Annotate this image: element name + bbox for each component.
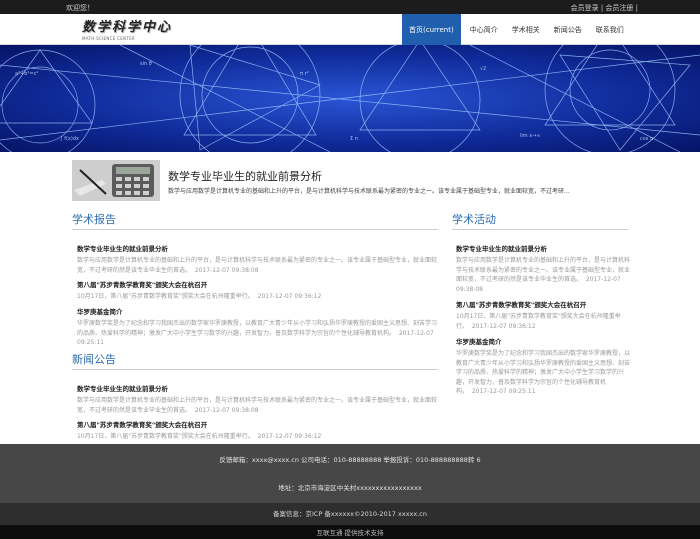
site-logo[interactable]: 数学科学中心 MATH SCIENCE CENTER (82, 16, 192, 43)
auth-trail: | (633, 4, 638, 12)
article-summary: 数学与应用数学是计算机专业的基础和上升的平台，是与计算机科学与技术联系最为紧密的… (77, 257, 438, 274)
article-date: 2017-12-07 09:36:12 (257, 293, 322, 300)
login-link[interactable]: 会员登录 (571, 4, 599, 12)
section-heading-news[interactable]: 新闻公告 (72, 351, 116, 367)
svg-text:lim x→∞: lim x→∞ (520, 133, 541, 139)
featured-thumbnail[interactable] (72, 160, 160, 201)
list-item: 第八届"苏步青数学教育奖"颁奖大会在杭召开 10月17日，第八届"苏步青数学教育… (77, 419, 437, 442)
auth-links: 会员登录 | 会员注册 | (571, 3, 638, 13)
footer-support: 互联互通 提供技术支持 (0, 525, 700, 539)
article-title[interactable]: 第八届"苏步青数学教育奖"颁奖大会在杭召开 (77, 419, 437, 429)
article-title[interactable]: 第八届"苏步青数学教育奖"颁奖大会在杭召开 (456, 299, 630, 309)
section-heading-academic-activities[interactable]: 学术活动 (452, 211, 496, 227)
article-summary: 10月17日，第八届"苏步青数学教育奖"颁奖大会在杭州隆重举行。 2017-12… (77, 433, 322, 440)
featured-title[interactable]: 数学专业毕业生的就业前景分析 (168, 168, 322, 184)
hero-banner: a²+b²=c² ∫ f(x)dx sin θ π r² Σ n √2 lim … (0, 45, 700, 152)
calculator-image-icon (72, 160, 160, 201)
nav-item-contact[interactable]: 联系我们 (589, 14, 631, 45)
article-title[interactable]: 第八届"苏步青数学教育奖"颁奖大会在杭召开 (77, 279, 437, 289)
list-item: 华罗庚基金简介 华罗庚数学奖是为了纪念和学习我国杰出的数学家华罗庚教授，以教育广… (77, 306, 437, 348)
article-title[interactable]: 数学专业毕业生的就业前景分析 (77, 243, 437, 253)
svg-text:√2: √2 (480, 66, 486, 72)
nav-item-news[interactable]: 新闻公告 (547, 14, 589, 45)
site-footer: 反馈邮箱：xxxx@xxxx.cn 公司电话：010-88888888 举报投诉… (0, 444, 700, 503)
footer-copyright: 备案信息：京ICP 备xxxxxx©2010-2017 xxxxx.cn (0, 503, 700, 525)
list-item: 华罗庚基金简介 华罗庚数学奖是为了纪念和学习我国杰出的数学家华罗庚教授，以教育广… (456, 336, 630, 397)
featured-description: 数学与应用数学是计算机专业的基础和上升的平台，是与计算机科学与技术联系最为紧密的… (168, 188, 570, 195)
section-heading-academic-reports[interactable]: 学术报告 (72, 211, 116, 227)
list-item: 数学专业毕业生的就业前景分析 数学与应用数学是计算机专业的基础和上升的平台，是与… (456, 243, 630, 294)
welcome-text: 欢迎您！ (66, 4, 94, 12)
featured-article: 数学专业毕业生的就业前景分析 数学与应用数学是计算机专业的基础和上升的平台，是与… (72, 160, 632, 202)
nav-item-home[interactable]: 首页(current) (402, 14, 461, 45)
top-bar: 欢迎您！ 会员登录 | 会员注册 | (0, 0, 700, 14)
nav-item-about[interactable]: 中心简介 (463, 14, 505, 45)
article-summary: 10月17日，第八届"苏步青数学教育奖"颁奖大会在杭州隆重举行。 2017-12… (456, 313, 621, 330)
article-summary: 数学与应用数学是计算机专业的基础和上升的平台，是与计算机科学与技术联系最为紧密的… (456, 257, 631, 293)
article-summary: 数学与应用数学是计算机专业的基础和上升的平台，是与计算机科学与技术联系最为紧密的… (77, 397, 438, 414)
article-summary: 华罗庚数学奖是为了纪念和学习我国杰出的数学家华罗庚教授，以教育广大青少年从小学习… (77, 320, 438, 346)
list-item: 第八届"苏步青数学教育奖"颁奖大会在杭召开 10月17日，第八届"苏步青数学教育… (456, 299, 630, 331)
section-divider (452, 229, 628, 230)
article-summary: 华罗庚数学奖是为了纪念和学习我国杰出的数学家华罗庚教授，以教育广大青少年从小学习… (456, 350, 631, 395)
logo-subtitle: MATH SCIENCE CENTER (82, 36, 135, 41)
svg-text:a²+b²=c²: a²+b²=c² (15, 71, 38, 77)
svg-text:Σ n: Σ n (350, 136, 358, 142)
article-date: 2017-12-07 09:36:12 (471, 322, 536, 330)
article-date: 2017-12-07 09:38:08 (194, 266, 259, 274)
logo-title: 数学科学中心 (82, 20, 173, 35)
article-date: 2017-12-07 09:25:11 (471, 388, 536, 395)
article-title[interactable]: 华罗庚基金简介 (456, 336, 630, 346)
section-divider (72, 369, 438, 370)
svg-text:π r²: π r² (300, 71, 309, 77)
nav-item-academic[interactable]: 学术相关 (505, 14, 547, 45)
site-header: 数学科学中心 MATH SCIENCE CENTER 首页(current) 中… (0, 14, 700, 45)
register-link[interactable]: 会员注册 (605, 4, 633, 12)
article-date: 2017-12-07 09:38:08 (194, 406, 259, 414)
footer-address: 地址：北京市海淀区中关村xxxxxxxxxxxxxxxxx (278, 484, 422, 492)
main-nav: 首页(current) 中心简介 学术相关 新闻公告 联系我们 (402, 14, 631, 45)
article-title[interactable]: 数学专业毕业生的就业前景分析 (77, 383, 437, 393)
section-divider (72, 229, 438, 230)
svg-text:∫ f(x)dx: ∫ f(x)dx (60, 136, 79, 142)
svg-text:sin θ: sin θ (140, 61, 152, 67)
footer-contact: 反馈邮箱：xxxx@xxxx.cn 公司电话：010-88888888 举报投诉… (219, 456, 481, 464)
article-title[interactable]: 华罗庚基金简介 (77, 306, 437, 316)
list-item: 数学专业毕业生的就业前景分析 数学与应用数学是计算机专业的基础和上升的平台，是与… (77, 383, 437, 415)
svg-text:cos α: cos α (640, 136, 654, 142)
banner-math-graphic: a²+b²=c² ∫ f(x)dx sin θ π r² Σ n √2 lim … (0, 45, 700, 152)
list-item: 第八届"苏步青数学教育奖"颁奖大会在杭召开 10月17日，第八届"苏步青数学教育… (77, 279, 437, 302)
article-title[interactable]: 数学专业毕业生的就业前景分析 (456, 243, 630, 253)
list-item: 数学专业毕业生的就业前景分析 数学与应用数学是计算机专业的基础和上升的平台，是与… (77, 243, 437, 275)
article-date: 2017-12-07 09:36:12 (257, 433, 322, 440)
article-summary: 10月17日，第八届"苏步青数学教育奖"颁奖大会在杭州隆重举行。 2017-12… (77, 293, 322, 300)
